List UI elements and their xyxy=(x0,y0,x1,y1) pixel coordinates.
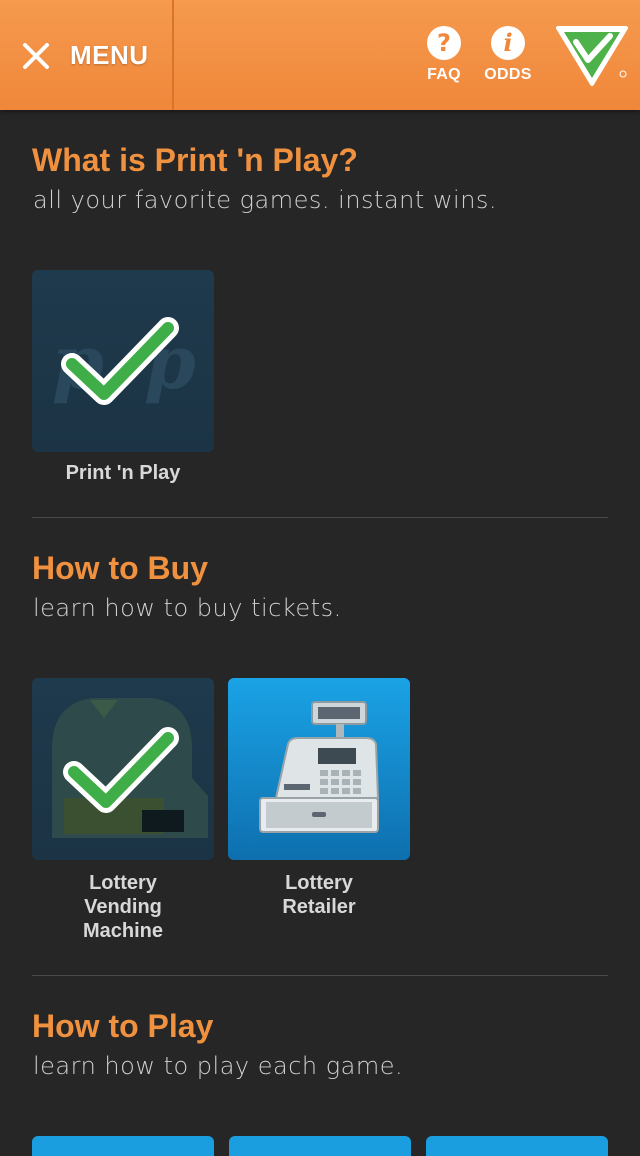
tile-print-n-play[interactable]: p p xyxy=(32,270,214,452)
game-tile[interactable] xyxy=(229,1136,411,1156)
close-icon xyxy=(23,43,49,69)
section-title-how-to-play: How to Play xyxy=(32,1008,214,1044)
top-header: MENU ? FAQ i ODDS xyxy=(0,0,640,110)
print-n-play-logo-icon: p p xyxy=(52,317,196,406)
tile-lottery-retailer[interactable] xyxy=(228,678,410,860)
faq-button[interactable]: ? FAQ xyxy=(414,26,474,92)
vending-machine-icon xyxy=(52,698,208,838)
section-divider xyxy=(32,975,608,976)
faq-label: FAQ xyxy=(427,66,461,83)
tile-label-lottery-retailer: Lottery Retailer xyxy=(282,872,356,918)
tile-lottery-vending-machine[interactable] xyxy=(32,678,214,860)
section-subtitle-print-n-play: all your favorite games. instant wins. xyxy=(33,186,498,214)
question-icon: ? xyxy=(427,26,461,60)
tile-label-lottery-vending-machine: Lottery Vending Machine xyxy=(82,872,164,942)
tile-label-print-n-play: Print 'n Play xyxy=(65,462,181,484)
odds-label: ODDS xyxy=(484,66,532,83)
section-subtitle-how-to-play: learn how to play each game. xyxy=(33,1052,404,1080)
game-tile[interactable] xyxy=(32,1136,214,1156)
menu-button[interactable]: MENU xyxy=(0,0,174,110)
section-title-how-to-buy: How to Buy xyxy=(32,550,208,586)
info-icon: i xyxy=(491,26,525,60)
lottery-logo-icon[interactable] xyxy=(556,22,628,88)
section-title-print-n-play: What is Print 'n Play? xyxy=(32,142,358,178)
odds-button[interactable]: i ODDS xyxy=(478,26,538,92)
menu-label: MENU xyxy=(70,40,149,70)
section-subtitle-how-to-buy: learn how to buy tickets. xyxy=(33,594,342,622)
section-divider xyxy=(32,517,608,518)
cash-register-icon xyxy=(259,701,380,833)
game-tile[interactable] xyxy=(426,1136,608,1156)
